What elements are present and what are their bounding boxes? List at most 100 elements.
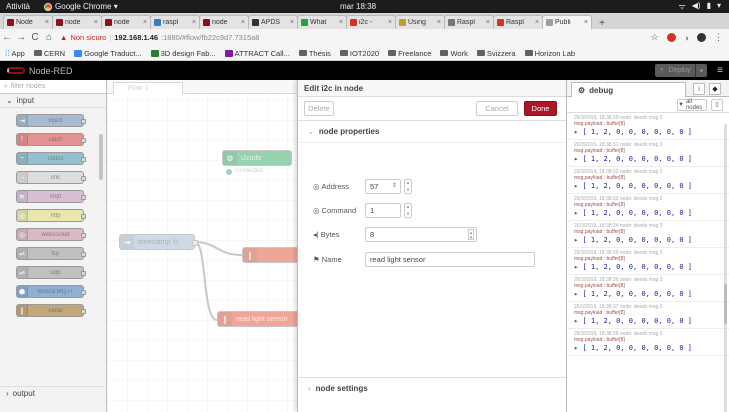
menu-icon[interactable]: ≡ — [717, 65, 723, 76]
bookmark-item[interactable]: Horizon Lab — [524, 49, 575, 58]
browser-tab[interactable]: Publi × — [542, 15, 592, 29]
close-icon[interactable]: × — [339, 19, 343, 26]
debug-message[interactable]: 26/3/2019, 18:38:33 node: deeds msg 3 msg… — [567, 194, 729, 221]
message-value[interactable]: ▸ [ 1, 2, 0, 0, 0, 0, 0, 0 ] — [574, 128, 729, 136]
bug-tab-button[interactable]: ◆ — [709, 83, 721, 95]
command-stepper[interactable]: ▲ ▼ — [404, 203, 412, 218]
done-button[interactable]: Done — [524, 101, 557, 116]
activities-button[interactable]: Attività — [6, 2, 30, 11]
profile-avatar[interactable] — [697, 33, 706, 42]
debug-message[interactable]: 26/3/2019, 18:38:38 node: deeds msg 3 msg… — [567, 329, 729, 356]
browser-tab[interactable]: APDS × — [248, 15, 298, 29]
message-value[interactable]: ▸ [ 1, 2, 0, 0, 0, 0, 0, 0 ] — [574, 209, 729, 217]
browser-tab[interactable]: raspl × — [150, 15, 200, 29]
cancel-button[interactable]: Cancel — [476, 101, 518, 116]
bookmark-item[interactable]: Thesis — [298, 49, 331, 58]
bookmark-item[interactable]: Google Traduct... — [74, 49, 142, 58]
palette-node[interactable]: → link — [16, 171, 86, 184]
deploy-button[interactable]: ⇡ Deploy ▾ — [655, 64, 707, 77]
bytes-input[interactable]: 8 ▲ ▼ — [365, 227, 477, 242]
palette-filter-input[interactable]: ⌕ filter nodes — [0, 80, 106, 94]
node-settings-header[interactable]: › node settings — [298, 377, 566, 399]
message-value[interactable]: ▸ [ 1, 2, 0, 0, 0, 0, 0, 0 ] — [574, 263, 729, 271]
address-stepper[interactable]: ▲ ▼ — [404, 179, 412, 194]
bookmark-item[interactable]: ⁞⁞ App — [5, 49, 25, 58]
palette-node[interactable]: ≋ mqtt — [16, 190, 86, 203]
info-tab-button[interactable]: i — [693, 83, 705, 95]
palette-node[interactable]: ⇥ inject — [16, 114, 86, 127]
name-input[interactable]: read light sensor — [365, 252, 535, 267]
close-icon[interactable]: × — [45, 19, 49, 26]
bookmark-item[interactable]: IOT2020 — [339, 49, 379, 58]
browser-tab[interactable]: Node × — [3, 15, 53, 29]
debug-filter-button[interactable]: ▼ all nodes — [677, 99, 707, 111]
debug-message[interactable]: 26/3/2019, 18:38:34 node: deeds msg 3 msg… — [567, 221, 729, 248]
home-button[interactable]: ⌂ — [42, 32, 56, 43]
clock[interactable]: mar 18:38 — [340, 2, 376, 11]
close-icon[interactable]: × — [388, 19, 392, 26]
bookmark-item[interactable]: Freelance — [388, 49, 431, 58]
bookmark-item[interactable]: 3D design Fab... — [150, 49, 216, 58]
debug-message[interactable]: 26/3/2019, 18:38:30 node: deeds msg 3 msg… — [567, 113, 729, 140]
palette-node[interactable]: ! catch — [16, 133, 86, 146]
bookmark-item[interactable]: CERN — [33, 49, 65, 58]
close-icon[interactable]: × — [584, 19, 588, 26]
close-icon[interactable]: × — [143, 19, 147, 26]
message-value[interactable]: ▸ [ 1, 2, 0, 0, 0, 0, 0, 0 ] — [574, 344, 729, 352]
debug-message[interactable]: 26/3/2019, 18:38:35 node: deeds msg 3 msg… — [567, 248, 729, 275]
message-value[interactable]: ▸ [ 1, 2, 0, 0, 0, 0, 0, 0 ] — [574, 155, 729, 163]
extension-icon[interactable] — [666, 33, 676, 42]
close-icon[interactable]: × — [290, 19, 294, 26]
bookmark-star-icon[interactable]: ☆ — [650, 32, 658, 43]
browser-tab[interactable]: node × — [52, 15, 102, 29]
palette-node[interactable]: ⬢ Mosca MQTT — [16, 285, 86, 298]
chrome-menu-icon[interactable]: ⋮ — [714, 32, 723, 43]
palette-node[interactable]: ~ status — [16, 152, 86, 165]
debug-scrollbar[interactable] — [724, 124, 727, 412]
new-tab-button[interactable]: + — [595, 17, 609, 29]
bookmark-item[interactable]: ATTRACT Call... — [224, 49, 290, 58]
address-bar[interactable]: ▲ Non sicuro | 192.168.1.46 :1880/#flow/… — [60, 31, 680, 44]
browser-tab[interactable]: Raspl × — [493, 15, 543, 29]
close-icon[interactable]: × — [437, 19, 441, 26]
tab-debug[interactable]: ⚙ debug — [571, 82, 686, 97]
node-properties-header[interactable]: ⌄ node properties — [298, 121, 566, 143]
close-icon[interactable]: × — [241, 19, 245, 26]
palette-node[interactable]: ⇌ udp — [16, 266, 86, 279]
bytes-spinner[interactable]: ▲ ▼ — [468, 229, 474, 240]
message-value[interactable]: ▸ [ 1, 2, 0, 0, 0, 0, 0, 0 ] — [574, 236, 729, 244]
browser-tab[interactable]: Using × — [395, 15, 445, 29]
close-icon[interactable]: × — [192, 19, 196, 26]
flow-workspace[interactable]: Flow 1 ⇥ timestamp ⟲ ⚙ i2cinfo connected… — [107, 80, 297, 412]
app-menu[interactable]: Google Chrome ▾ — [44, 2, 118, 11]
browser-tab[interactable]: node × — [101, 15, 151, 29]
palette-scrollbar[interactable] — [99, 134, 103, 180]
reload-button[interactable]: C — [28, 32, 42, 43]
browser-tab[interactable]: i2c - × — [346, 15, 396, 29]
extension-puzzle-icon[interactable]: ◑ — [684, 33, 689, 43]
address-select[interactable]: 57 ⇕ — [365, 179, 401, 194]
delete-button[interactable]: Delete — [304, 101, 334, 116]
message-value[interactable]: ▸ [ 1, 2, 0, 0, 0, 0, 0, 0 ] — [574, 317, 729, 325]
message-value[interactable]: ▸ [ 1, 2, 0, 0, 0, 0, 0, 0 ] — [574, 290, 729, 298]
clear-log-button[interactable]: ▯ — [711, 99, 723, 111]
debug-message[interactable]: 26/3/2019, 18:38:31 node: deeds msg 3 msg… — [567, 140, 729, 167]
debug-message[interactable]: 26/3/2019, 18:38:32 node: deeds msg 3 msg… — [567, 167, 729, 194]
chevron-down-icon[interactable]: ▾ — [700, 67, 704, 75]
browser-tab[interactable]: node × — [199, 15, 249, 29]
debug-message[interactable]: 26/3/2019, 18:38:37 node: deeds msg 3 msg… — [567, 302, 729, 329]
browser-tab[interactable]: What × — [297, 15, 347, 29]
close-icon[interactable]: × — [535, 19, 539, 26]
close-icon[interactable]: × — [94, 19, 98, 26]
scroll-handle[interactable] — [724, 284, 727, 324]
palette-category-output[interactable]: › output — [0, 386, 107, 400]
message-value[interactable]: ▸ [ 1, 2, 0, 0, 0, 0, 0, 0 ] — [574, 182, 729, 190]
debug-message[interactable]: 26/3/2019, 18:38:36 node: deeds msg 3 msg… — [567, 275, 729, 302]
bookmark-item[interactable]: Svizzera — [476, 49, 516, 58]
palette-node[interactable]: ◎ http — [16, 209, 86, 222]
forward-button[interactable]: → — [14, 32, 28, 43]
command-input[interactable]: 1 — [365, 203, 401, 218]
bookmark-item[interactable]: Work — [440, 49, 468, 58]
back-button[interactable]: ← — [0, 32, 14, 43]
system-tray[interactable]: ᯤ ◀) ▮ ▾ — [678, 1, 721, 12]
